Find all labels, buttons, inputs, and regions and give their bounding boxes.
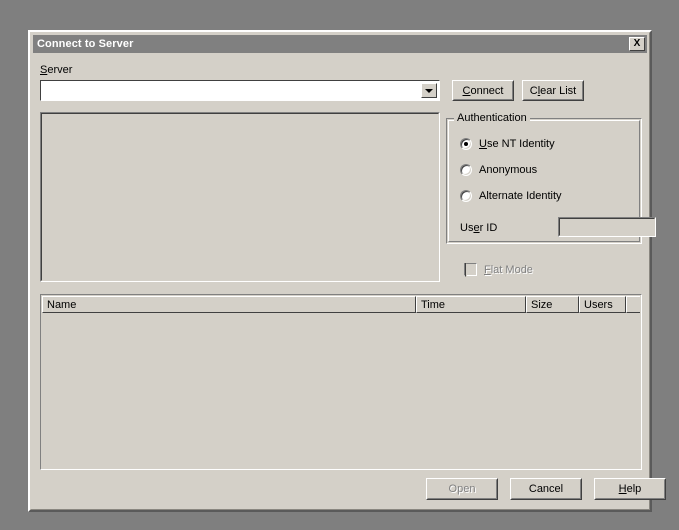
radio-use-nt-identity-label: Use NT Identity — [479, 138, 555, 150]
server-input[interactable] — [42, 82, 421, 99]
clear-list-button-inner: Cl ear List — [523, 81, 583, 100]
connect-accel: C — [462, 84, 471, 97]
column-header-blank[interactable] — [626, 296, 640, 313]
server-list-panel[interactable] — [40, 112, 440, 282]
file-listview-body[interactable] — [42, 313, 640, 468]
clear-list-pre: C — [529, 84, 538, 97]
connect-button[interactable]: Connect — [452, 80, 514, 101]
connect-to-server-dialog: Connect to Server X Server Connect Cl ear… — [28, 30, 666, 512]
file-listview-inner: Name Time Size Users — [42, 296, 640, 468]
radio-icon-selected — [460, 138, 472, 150]
radio-icon — [460, 164, 472, 176]
radio-icon — [460, 190, 472, 202]
server-label-rest: erver — [47, 64, 73, 76]
user-id-label-rest: r ID — [479, 222, 498, 234]
column-header-users[interactable]: Users — [579, 296, 626, 313]
radio-use-nt-identity-rest: se NT Identity — [486, 138, 555, 150]
help-button-inner: Help — [595, 479, 665, 499]
help-button[interactable]: Help — [594, 478, 666, 500]
connect-rest: onnect — [470, 84, 504, 97]
flat-mode-label: Flat Mode — [484, 264, 533, 276]
flat-mode-accel: F — [484, 263, 491, 276]
column-header-size[interactable]: Size — [526, 296, 579, 313]
column-header-time[interactable]: Time — [416, 296, 526, 313]
radio-alternate-identity-label: Alternate Identity — [479, 190, 562, 202]
radio-use-nt-identity-accel: U — [479, 138, 487, 150]
authentication-group-title: Authentication — [454, 112, 530, 124]
file-listview[interactable]: Name Time Size Users — [40, 294, 642, 470]
open-button-label: Open — [427, 479, 497, 499]
cancel-button[interactable]: Cancel — [510, 478, 582, 500]
close-icon-glyph: X — [633, 37, 641, 49]
help-accel: H — [618, 483, 627, 495]
clear-list-rest: ear List — [540, 84, 577, 97]
chevron-down-glyph — [425, 88, 433, 93]
titlebar[interactable]: Connect to Server X — [33, 35, 647, 53]
user-id-label: User ID — [460, 222, 497, 234]
open-button[interactable]: Open — [426, 478, 498, 500]
radio-anonymous-label: Anonymous — [479, 164, 538, 176]
help-rest: elp — [626, 483, 642, 495]
user-id-field[interactable] — [558, 217, 656, 237]
checkbox-icon — [464, 263, 477, 277]
server-combobox[interactable] — [40, 80, 440, 101]
radio-alternate-identity[interactable]: Alternate Identity — [460, 190, 562, 202]
file-listview-header: Name Time Size Users — [42, 296, 640, 313]
server-list-panel-inner — [41, 113, 439, 281]
connect-button-inner: Connect — [453, 81, 513, 100]
flat-mode-rest: lat Mode — [490, 263, 533, 276]
flat-mode-checkbox[interactable]: Flat Mode — [464, 263, 533, 277]
server-label: Server — [40, 64, 72, 76]
radio-anonymous[interactable]: Anonymous — [460, 164, 537, 176]
column-header-name[interactable]: Name — [42, 296, 416, 313]
checkbox-icon-inner — [465, 263, 467, 277]
radio-use-nt-identity[interactable]: Use NT Identity — [460, 138, 555, 150]
close-icon[interactable]: X — [629, 37, 645, 51]
clear-list-button[interactable]: Cl ear List — [522, 80, 584, 101]
user-id-label-pre: Us — [460, 222, 474, 234]
chevron-down-icon[interactable] — [421, 83, 437, 98]
cancel-button-label: Cancel — [511, 479, 581, 499]
window-title: Connect to Server — [37, 38, 134, 50]
user-id-field-inner — [559, 218, 655, 236]
